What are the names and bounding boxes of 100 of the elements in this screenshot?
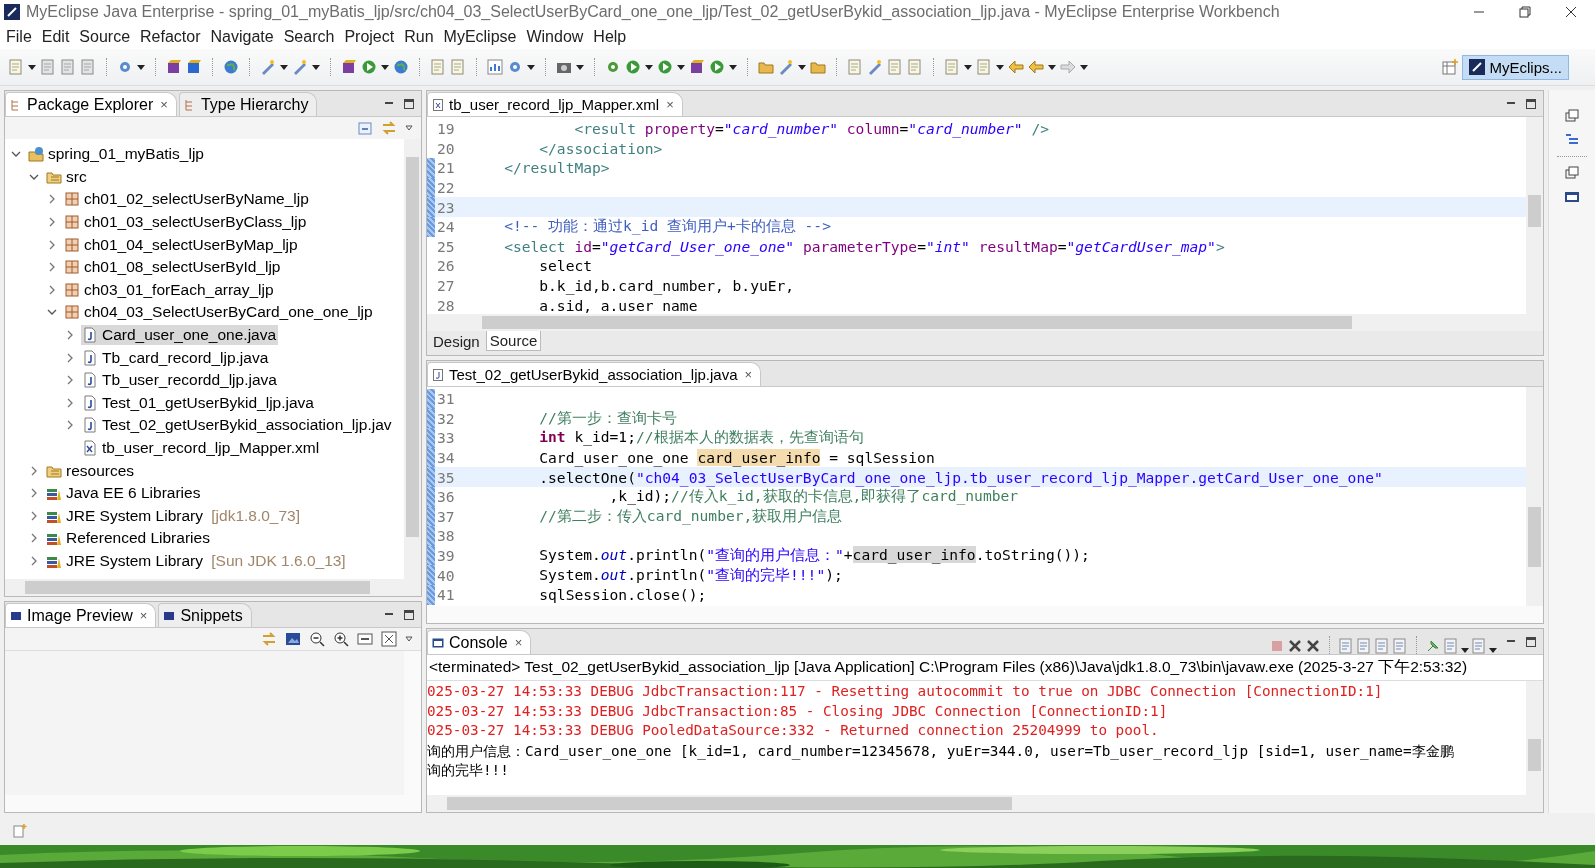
fit-icon[interactable] (381, 631, 397, 647)
caret-icon[interactable] (1489, 646, 1497, 654)
view-tab[interactable]: Snippets (158, 603, 252, 627)
caret-icon[interactable] (1048, 63, 1056, 71)
tree-item[interactable]: ch04_03_SelectUserByCard_one_one_ljp (63, 302, 375, 323)
editor-tab[interactable]: Test_02_getUserBykid_association_ljp.java × (427, 362, 762, 386)
view-menu-icon[interactable] (405, 124, 413, 132)
menu-item[interactable]: Refactor (138, 27, 209, 46)
view-tab[interactable]: Package Explorer × (5, 92, 177, 116)
back-icon[interactable] (1008, 59, 1024, 75)
close-icon[interactable] (1305, 638, 1321, 654)
pen-icon[interactable] (867, 59, 883, 75)
menu-item[interactable]: Edit (39, 27, 78, 46)
view-tab[interactable]: Image Preview × (5, 603, 157, 627)
caret-icon[interactable] (137, 63, 145, 71)
folder-icon[interactable] (758, 59, 774, 75)
scrollbar[interactable] (1526, 117, 1543, 314)
restore-icon[interactable] (1519, 6, 1531, 18)
cube-icon[interactable] (186, 59, 202, 75)
caret-icon[interactable] (798, 63, 806, 71)
editor-page-tab[interactable]: Source (485, 331, 542, 351)
maximize-icon[interactable] (403, 608, 415, 621)
tree-item[interactable]: Referenced Libraries (45, 528, 212, 549)
scrollbar[interactable] (404, 139, 421, 579)
tree-item[interactable]: ch01_02_selectUserByName_ljp (63, 189, 311, 210)
tree-item[interactable]: Test_02_getUserBykid_association_ljp.jav (81, 415, 394, 436)
tree-item[interactable]: tb_user_record_ljp_Mapper.xml (81, 438, 322, 458)
tree-item[interactable]: ch01_04_selectUserByMap_ljp (63, 234, 300, 255)
caret-icon[interactable] (280, 63, 288, 71)
scrollbar[interactable] (1526, 681, 1543, 795)
caret-icon[interactable] (964, 63, 972, 71)
open-perspective-icon[interactable] (1442, 59, 1459, 75)
view-menu-icon[interactable] (405, 635, 413, 643)
close-button[interactable]: × (514, 635, 523, 650)
caret-icon[interactable] (677, 63, 685, 71)
caret-icon[interactable] (996, 63, 1004, 71)
close-button[interactable]: × (139, 608, 148, 623)
maximize-icon[interactable] (403, 97, 415, 110)
menu-item[interactable]: MyEclipse (441, 27, 525, 46)
scrollbar[interactable] (1526, 387, 1543, 606)
caret-icon[interactable] (1080, 63, 1088, 71)
restore-icon[interactable] (1564, 108, 1580, 124)
back-icon[interactable] (1028, 59, 1044, 75)
tree-item[interactable]: ch03_01_forEach_array_ljp (63, 279, 276, 300)
view-tab[interactable]: Console × (427, 630, 532, 654)
tree-item[interactable]: Java EE 6 Libraries (45, 483, 203, 504)
restore-icon[interactable] (1564, 165, 1580, 181)
tree-item[interactable]: Tb_card_record_ljp.java (81, 347, 271, 368)
perspective-button[interactable]: MyEclips... (1462, 54, 1569, 80)
actual-size-icon[interactable] (357, 631, 373, 647)
tree-item[interactable]: spring_01_myBatis_ljp (27, 144, 206, 165)
cube-icon[interactable] (689, 59, 705, 75)
tree-item[interactable]: src (45, 166, 89, 187)
scrollbar[interactable] (427, 606, 1543, 623)
tree-item[interactable]: resources (45, 460, 137, 481)
caret-icon[interactable] (381, 63, 389, 71)
globe-icon[interactable] (223, 59, 239, 75)
caret-icon[interactable] (576, 63, 584, 71)
run-icon[interactable] (625, 59, 641, 75)
zoom-in-icon[interactable] (333, 631, 349, 647)
menu-item[interactable]: Run (402, 27, 442, 46)
pin-icon[interactable] (1425, 638, 1441, 654)
menu-item[interactable]: Window (524, 27, 592, 46)
menu-item[interactable]: Project (342, 27, 403, 46)
menu-item[interactable]: File (4, 27, 40, 46)
cube-icon[interactable] (166, 59, 182, 75)
tree-item[interactable]: Card_user_one_one.java (81, 325, 279, 346)
globe-icon[interactable] (393, 59, 409, 75)
tree-item[interactable]: JRE System Library [Sun JDK 1.6.0_13] (45, 551, 348, 571)
caret-icon[interactable] (312, 63, 320, 71)
zoom-out-icon[interactable] (309, 631, 325, 647)
menu-item[interactable]: Search (281, 27, 343, 46)
close-button[interactable]: × (744, 367, 753, 382)
image-icon[interactable] (285, 631, 301, 647)
close-icon[interactable] (1565, 6, 1577, 18)
editor-tab[interactable]: tb_user_record_ljp_Mapper.xml × (427, 92, 683, 116)
cube-icon[interactable] (341, 59, 357, 75)
maximize-icon[interactable] (1525, 97, 1537, 110)
menu-item[interactable]: Help (591, 27, 635, 46)
scrollbar[interactable] (427, 314, 1543, 331)
menu-item[interactable]: Source (77, 27, 139, 46)
caret-icon[interactable] (28, 63, 36, 71)
caret-icon[interactable] (1461, 646, 1469, 654)
scrollbar[interactable] (404, 651, 421, 795)
close-button[interactable]: × (160, 97, 168, 112)
tree-item[interactable]: ch01_08_selectUserById_ljp (63, 257, 283, 278)
console-icon[interactable] (1564, 189, 1580, 205)
editor-page-tab[interactable]: Design (429, 331, 484, 352)
run-icon[interactable] (709, 59, 725, 75)
view-tab[interactable]: Type Hierarchy (178, 92, 318, 116)
chart-icon[interactable] (487, 59, 503, 75)
collapse-all-icon[interactable] (357, 120, 373, 136)
maximize-icon[interactable] (1525, 635, 1537, 648)
caret-icon[interactable] (729, 63, 737, 71)
close-button[interactable]: × (666, 97, 674, 112)
scrollbar[interactable] (5, 795, 421, 812)
tree-item[interactable]: JRE System Library [jdk1.8.0_73] (45, 505, 303, 526)
tree-item[interactable]: Test_01_getUserBykid_ljp.java (81, 392, 316, 413)
menu-item[interactable]: Navigate (208, 27, 282, 46)
run-icon[interactable] (657, 59, 673, 75)
